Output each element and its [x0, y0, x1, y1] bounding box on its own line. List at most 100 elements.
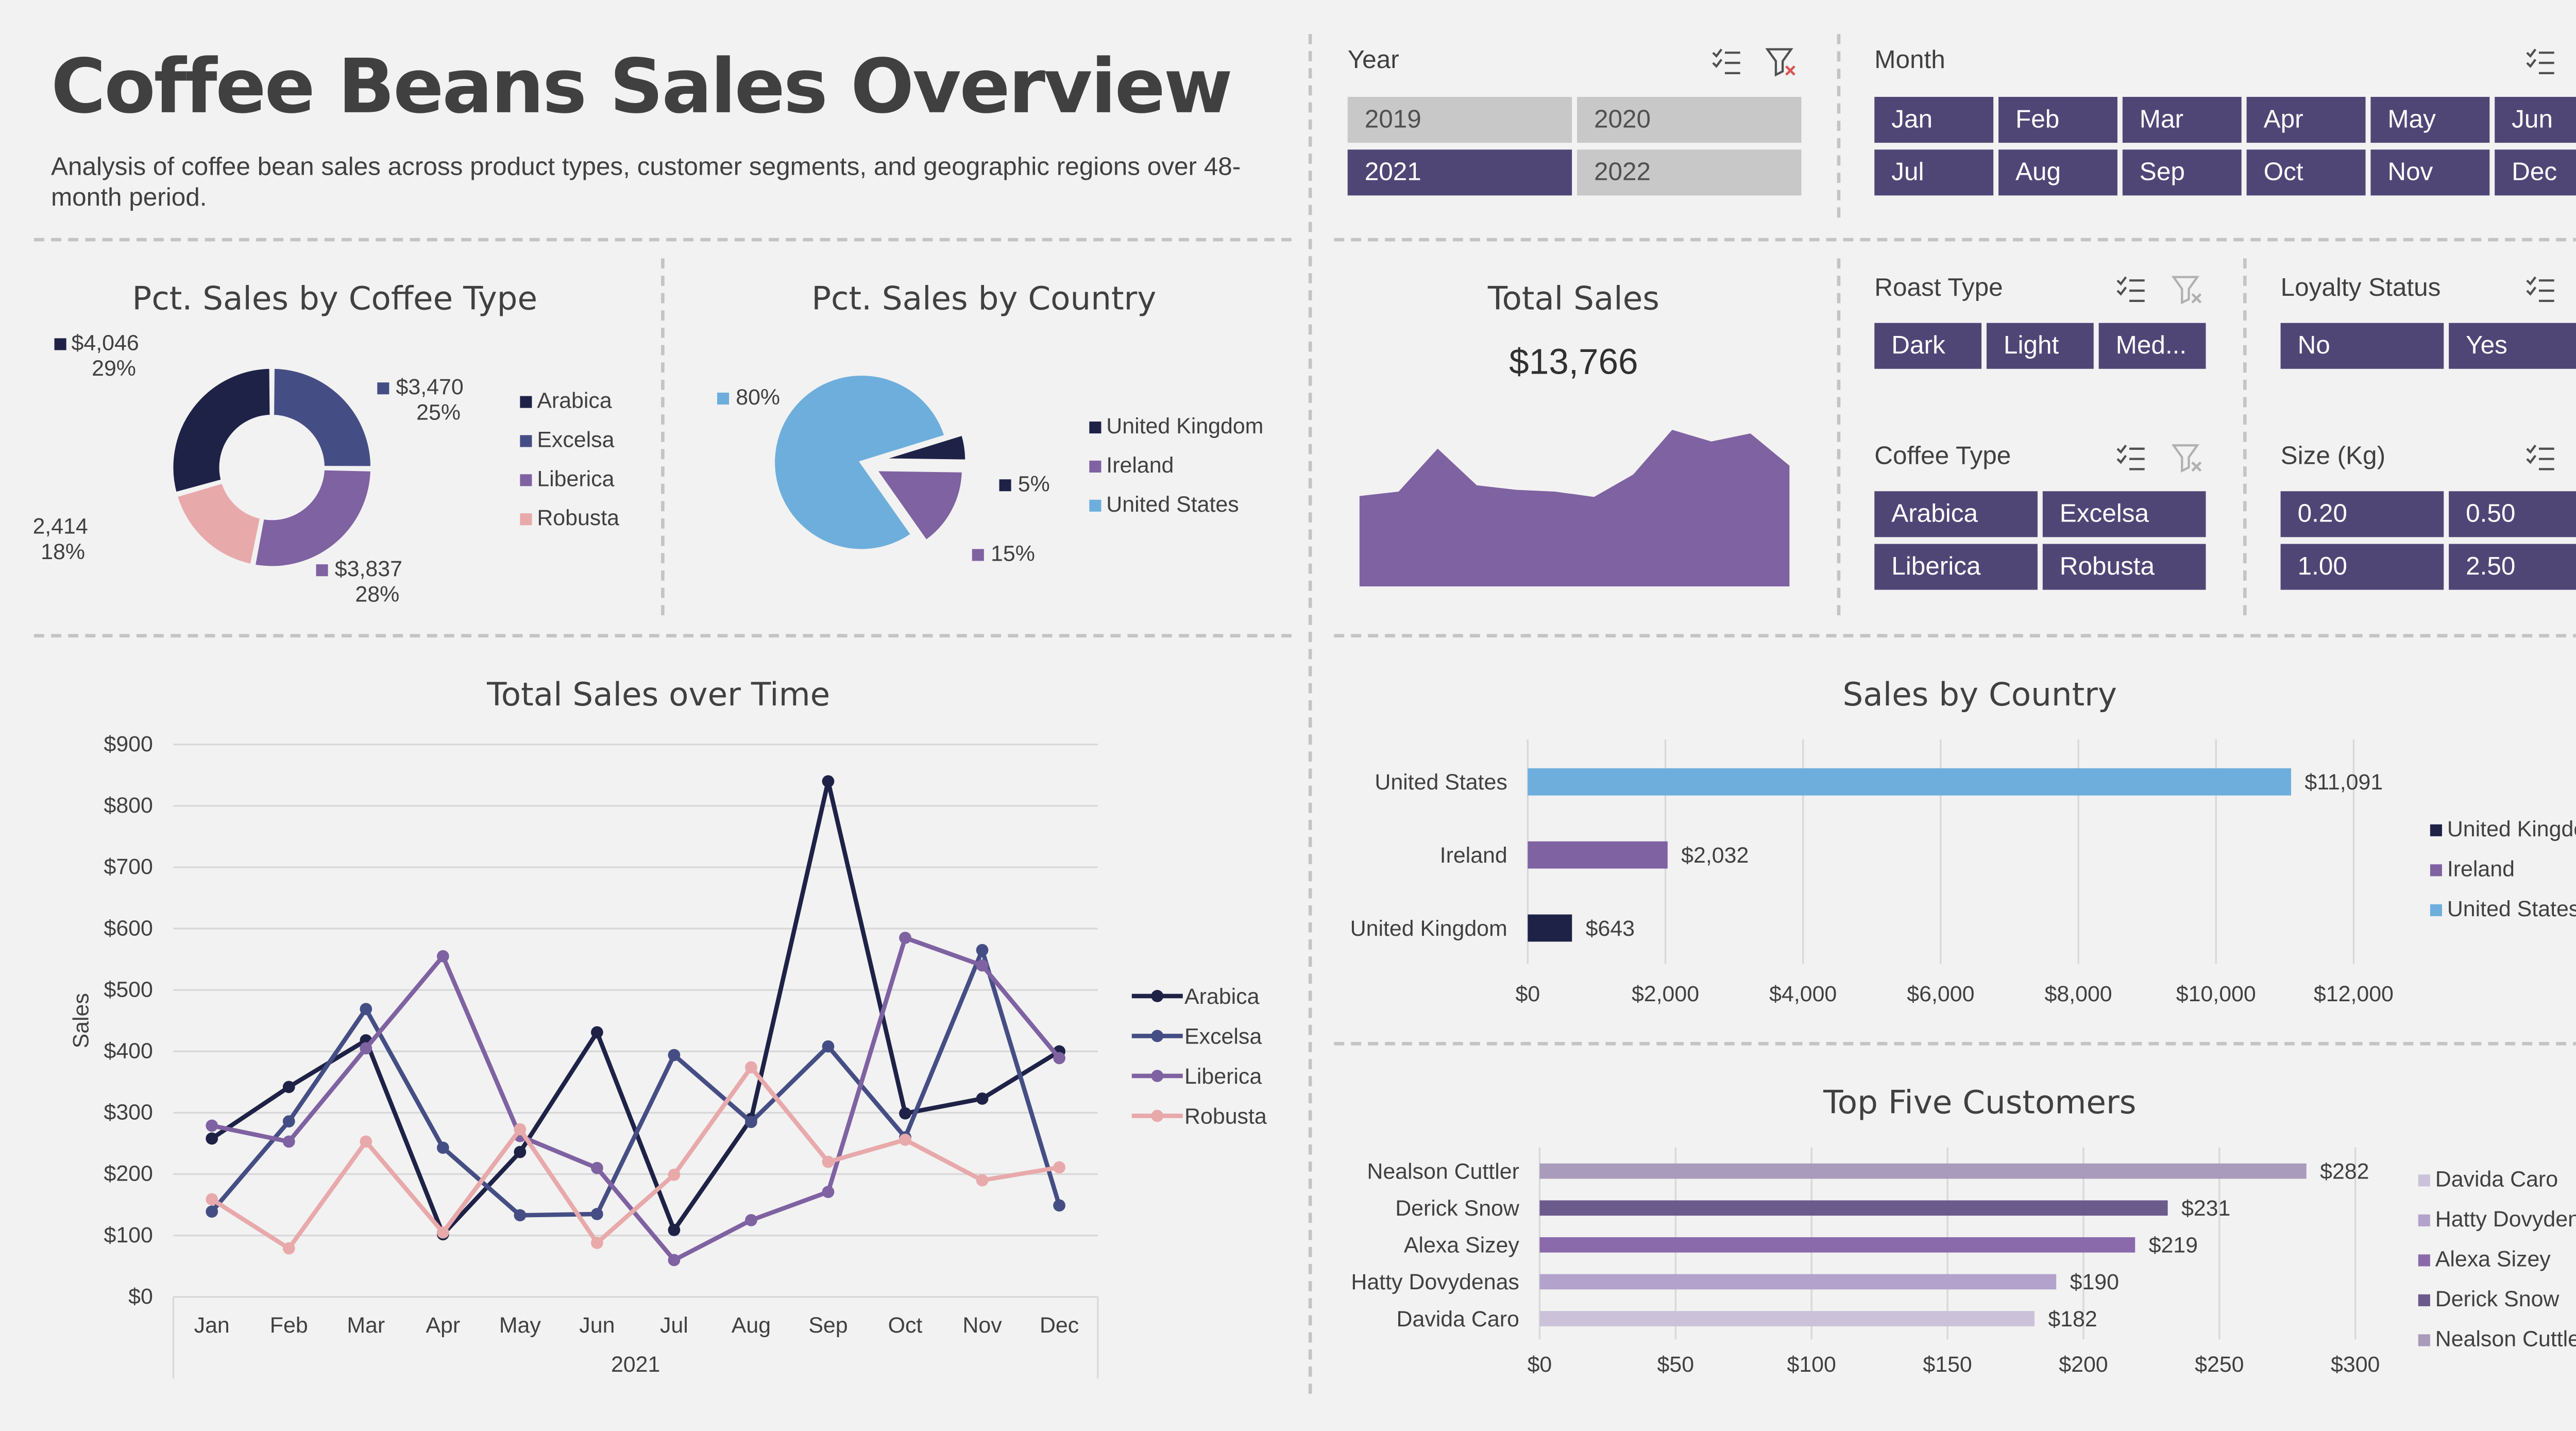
x-tick-label: Sep: [808, 1313, 848, 1338]
data-point-robusta: [899, 1133, 911, 1146]
multi-select-icon[interactable]: [2116, 274, 2146, 304]
donut-pct-label: 25%: [416, 400, 461, 425]
x-tick-label: Dec: [1040, 1313, 1079, 1338]
category-label-ireland: Ireland: [1440, 843, 1507, 868]
multi-select-icon[interactable]: [2526, 442, 2556, 473]
donut-label-marker: [316, 564, 328, 577]
slicer-option-2021[interactable]: 2021: [1347, 149, 1572, 196]
bar-united-kingdom: [1528, 914, 1572, 942]
slicer-option-may[interactable]: May: [2370, 97, 2490, 143]
slicer-option-apr[interactable]: Apr: [2246, 97, 2366, 143]
slicer-option-jun[interactable]: Jun: [2495, 97, 2576, 143]
multi-select-icon[interactable]: [2526, 46, 2556, 76]
legend-label-excelsa: Excelsa: [1184, 1024, 1262, 1049]
x-tick-label: Jul: [660, 1313, 688, 1338]
legend-label-alexa-sizey: Alexa Sizey: [2435, 1247, 2551, 1271]
slicer-option-jul[interactable]: Jul: [1874, 149, 1994, 196]
data-point-excelsa: [590, 1208, 603, 1220]
legend-label-united-kingdom: United Kingdom: [2447, 817, 2576, 841]
clear-filter-icon[interactable]: [1766, 46, 1796, 77]
slicer-option-arabica[interactable]: Arabica: [1874, 491, 2038, 537]
page-title: Coffee Beans Sales Overview: [50, 44, 1233, 131]
slicer-option-jan[interactable]: Jan: [1874, 97, 1994, 143]
clear-filter-icon[interactable]: [2172, 274, 2202, 305]
data-point-excelsa: [436, 1141, 449, 1154]
donut-pct-label: 28%: [355, 582, 399, 607]
multi-select-icon[interactable]: [2116, 442, 2146, 473]
clear-filter-icon[interactable]: [2172, 442, 2202, 473]
data-point-robusta: [822, 1155, 835, 1168]
data-point-robusta: [745, 1061, 757, 1074]
y-tick-label: $100: [104, 1223, 152, 1248]
slicer-option-no[interactable]: No: [2280, 323, 2444, 369]
data-point-robusta: [514, 1123, 527, 1136]
slicer-option-oct[interactable]: Oct: [2246, 149, 2366, 196]
slicer-option-2-50[interactable]: 2.50: [2449, 544, 2576, 590]
slicer-option-0-50[interactable]: 0.50: [2449, 491, 2576, 537]
x-tick-label: Jan: [194, 1313, 230, 1338]
size-slicer-label: Size (Kg): [2280, 442, 2386, 471]
divider: [1837, 33, 1841, 218]
bar-hatty-dovydenas: [1539, 1274, 2057, 1290]
slicer-option-yes[interactable]: Yes: [2449, 323, 2576, 369]
data-point-excelsa: [514, 1209, 527, 1222]
legend-label-arabica: Arabica: [1184, 984, 1260, 1009]
x-tick-label: $2,000: [1632, 982, 1699, 1006]
multi-select-icon[interactable]: [2526, 274, 2556, 304]
line-chart-title: Total Sales over Time: [487, 676, 831, 714]
bar-value-label: $182: [2048, 1307, 2097, 1332]
multi-select-icon[interactable]: [1711, 46, 1742, 76]
legend-marker-hatty-dovydenas: [2418, 1214, 2430, 1226]
slicer-option-dec[interactable]: Dec: [2495, 149, 2576, 196]
divider: [1334, 238, 2576, 242]
legend-marker-excelsa: [520, 435, 532, 447]
legend-label-davida-caro: Davida Caro: [2435, 1167, 2558, 1191]
slicer-option-nov[interactable]: Nov: [2370, 149, 2490, 196]
x-tick-label: $200: [2059, 1352, 2108, 1377]
slicer-option-feb[interactable]: Feb: [1998, 97, 2117, 143]
slicer-option-liberica[interactable]: Liberica: [1874, 544, 2038, 590]
legend-label-united-states: United States: [1106, 492, 1239, 517]
y-tick-label: $900: [104, 732, 152, 756]
data-point-excelsa: [1053, 1199, 1065, 1212]
total-sales-area: [1359, 430, 1790, 586]
data-point-liberica: [1053, 1052, 1065, 1065]
legend-marker-liberica: [520, 474, 532, 486]
slicer-option-0-20[interactable]: 0.20: [2280, 491, 2444, 537]
slicer-option-1-00[interactable]: 1.00: [2280, 544, 2444, 590]
donut-label-marker: [377, 382, 389, 395]
slicer-option-mar[interactable]: Mar: [2122, 97, 2242, 143]
slicer-option-robusta[interactable]: Robusta: [2042, 544, 2206, 590]
donut-slice-liberica: [251, 466, 374, 569]
total-sales-value: $13,766: [1509, 343, 1638, 383]
legend-marker-united-kingdom: [2430, 824, 2442, 836]
data-point-robusta: [976, 1174, 989, 1187]
divider: [1837, 258, 1841, 616]
legend-label-arabica: Arabica: [537, 389, 612, 413]
data-point-arabica: [590, 1026, 603, 1039]
bar-ireland: [1528, 841, 1668, 869]
bar-value-label: $190: [2070, 1270, 2119, 1294]
data-point-liberica: [899, 932, 911, 944]
coffee-type-donut-chart: $4,04629% $3,47025% $3,83728% $2,41418% Arab…: [34, 330, 619, 607]
slicer-option-aug[interactable]: Aug: [1998, 149, 2117, 196]
slicer-option-sep[interactable]: Sep: [2122, 149, 2242, 196]
slicer-option-dark[interactable]: Dark: [1874, 323, 1982, 369]
slicer-option-2019[interactable]: 2019: [1347, 97, 1572, 143]
x-tick-label: $0: [1528, 1352, 1552, 1377]
slicer-option-excelsa[interactable]: Excelsa: [2042, 491, 2206, 537]
donut-chart-title: Pct. Sales by Coffee Type: [132, 280, 538, 318]
data-point-arabica: [668, 1224, 681, 1236]
data-point-liberica: [282, 1135, 295, 1148]
data-point-excelsa: [206, 1205, 218, 1218]
pie-pct-label: 15%: [991, 542, 1035, 566]
slicer-option-2020[interactable]: 2020: [1577, 97, 1802, 143]
y-tick-label: $500: [104, 977, 152, 1002]
data-point-excelsa: [745, 1116, 757, 1129]
legend-marker-liberica: [1151, 1070, 1164, 1082]
legend-marker-ireland: [1089, 460, 1101, 473]
donut-slice-excelsa: [270, 365, 374, 469]
slicer-option-2022[interactable]: 2022: [1577, 149, 1802, 196]
slicer-option-light[interactable]: Light: [1986, 323, 2094, 369]
slicer-option-medium[interactable]: Med...: [2098, 323, 2206, 369]
